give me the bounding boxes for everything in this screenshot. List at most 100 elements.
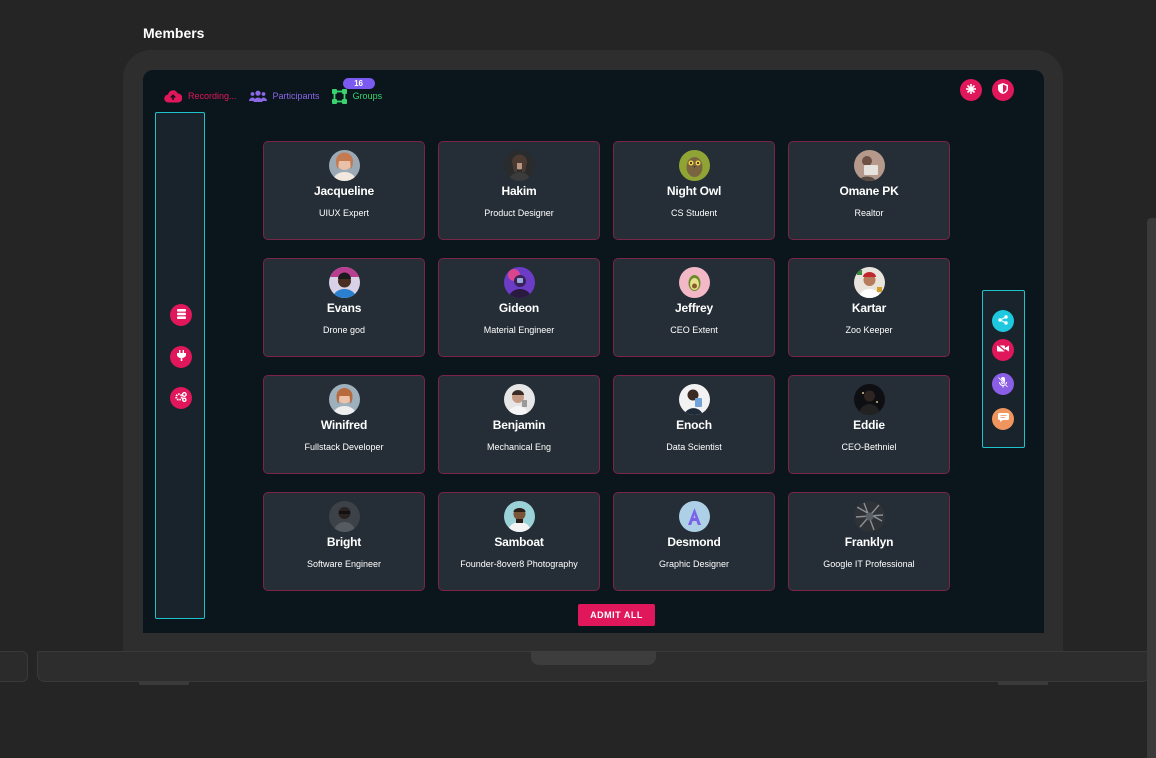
member-role: Software Engineer — [306, 559, 382, 569]
cloud-upload-icon — [164, 89, 182, 103]
member-card[interactable]: Enoch Data Scientist — [613, 375, 775, 474]
participants-label: Participants — [272, 91, 320, 101]
member-role: CEO-Bethniel — [841, 442, 897, 452]
member-avatar — [854, 150, 885, 181]
member-name: Enoch — [676, 418, 712, 432]
member-card[interactable]: Evans Drone god — [263, 258, 425, 357]
member-card[interactable]: Omane PK Realtor — [788, 141, 950, 240]
cogs-icon — [175, 391, 187, 405]
meeting-toolbar: Recording... 16 Participants Groups — [164, 78, 394, 106]
mic-off-icon — [997, 376, 1009, 391]
member-card[interactable]: Jeffrey CEO Extent — [613, 258, 775, 357]
participants-button[interactable]: 16 Participants — [248, 78, 375, 102]
users-icon — [248, 90, 267, 102]
chat-icon — [997, 413, 1009, 425]
member-avatar — [329, 150, 360, 181]
member-card[interactable]: Benjamin Mechanical Eng — [438, 375, 600, 474]
member-avatar — [679, 267, 710, 298]
connect-button[interactable] — [170, 346, 192, 368]
member-card[interactable]: Desmond Graphic Designer — [613, 492, 775, 591]
groups-button[interactable]: Groups — [331, 88, 383, 104]
member-avatar — [504, 501, 535, 532]
member-name: Omane PK — [839, 184, 899, 198]
admit-all-button[interactable]: ADMIT ALL — [578, 604, 655, 626]
server-icon — [176, 308, 186, 322]
member-role: Zoo Keeper — [845, 325, 893, 335]
member-avatar — [854, 384, 885, 415]
member-card[interactable]: Kartar Zoo Keeper — [788, 258, 950, 357]
laptop-notch — [531, 651, 656, 665]
member-avatar — [679, 150, 710, 181]
member-name: Desmond — [667, 535, 721, 549]
member-name: Night Owl — [666, 184, 722, 198]
member-card[interactable]: Bright Software Engineer — [263, 492, 425, 591]
shield-icon — [998, 83, 1008, 97]
member-role: Mechanical Eng — [486, 442, 552, 452]
member-avatar — [504, 384, 535, 415]
member-role: Material Engineer — [483, 325, 555, 335]
member-avatar — [854, 267, 885, 298]
settings-icon — [966, 83, 976, 97]
member-card[interactable]: Eddie CEO-Bethniel — [788, 375, 950, 474]
member-card[interactable]: Winifred Fullstack Developer — [263, 375, 425, 474]
member-role: Realtor — [854, 208, 884, 218]
member-avatar — [329, 267, 360, 298]
member-name: Evans — [326, 301, 362, 315]
member-avatar — [679, 384, 710, 415]
member-name: Bright — [326, 535, 362, 549]
member-name: Samboat — [494, 535, 544, 549]
page-scrollbar[interactable] — [1147, 218, 1156, 758]
member-role: UIUX Expert — [318, 208, 369, 218]
member-name: Jeffrey — [675, 301, 713, 315]
security-button[interactable] — [992, 79, 1014, 101]
camera-toggle-button[interactable] — [992, 339, 1014, 361]
groups-icon — [331, 88, 347, 104]
recording-button[interactable]: Recording... — [164, 89, 237, 103]
member-name: Eddie — [853, 418, 885, 432]
member-role: CEO Extent — [670, 325, 718, 335]
member-role: Fullstack Developer — [304, 442, 384, 452]
member-avatar — [504, 150, 535, 181]
laptop-foot — [998, 682, 1048, 685]
member-role: CS Student — [670, 208, 718, 218]
member-role: Data Scientist — [666, 442, 722, 452]
right-controls-panel — [982, 290, 1025, 448]
database-button[interactable] — [170, 304, 192, 326]
member-role: Product Designer — [484, 208, 554, 218]
share-button[interactable] — [992, 310, 1014, 332]
member-avatar — [504, 267, 535, 298]
member-role: Google IT Professional — [823, 559, 915, 569]
member-name: Jacqueline — [313, 184, 375, 198]
member-role: Drone god — [322, 325, 366, 335]
plug-icon — [176, 350, 186, 364]
microphone-toggle-button[interactable] — [992, 373, 1014, 395]
share-icon — [998, 314, 1008, 328]
member-name: Benjamin — [492, 418, 546, 432]
participants-count-badge: 16 — [342, 78, 375, 89]
adjacent-device-edge — [0, 651, 28, 682]
member-name: Franklyn — [844, 535, 894, 549]
advanced-settings-button[interactable] — [170, 387, 192, 409]
member-card[interactable]: Franklyn Google IT Professional — [788, 492, 950, 591]
member-avatar — [854, 501, 885, 532]
member-name: Winifred — [320, 418, 368, 432]
member-card[interactable]: Gideon Material Engineer — [438, 258, 600, 357]
member-card[interactable]: Samboat Founder-8over8 Photography — [438, 492, 600, 591]
member-avatar — [679, 501, 710, 532]
member-name: Kartar — [851, 301, 887, 315]
member-card[interactable]: Night Owl CS Student — [613, 141, 775, 240]
member-avatar — [329, 501, 360, 532]
groups-label: Groups — [352, 91, 383, 101]
member-card[interactable]: Hakim Product Designer — [438, 141, 600, 240]
member-name: Hakim — [501, 184, 537, 198]
member-card[interactable]: Jacqueline UIUX Expert — [263, 141, 425, 240]
video-off-icon — [997, 344, 1009, 356]
left-tools-panel — [155, 112, 205, 619]
laptop-foot — [139, 682, 189, 685]
settings-button[interactable] — [960, 79, 982, 101]
member-role: Graphic Designer — [658, 559, 730, 569]
page-title: Members — [143, 25, 205, 41]
member-name: Gideon — [498, 301, 540, 315]
member-avatar — [329, 384, 360, 415]
chat-button[interactable] — [992, 408, 1014, 430]
